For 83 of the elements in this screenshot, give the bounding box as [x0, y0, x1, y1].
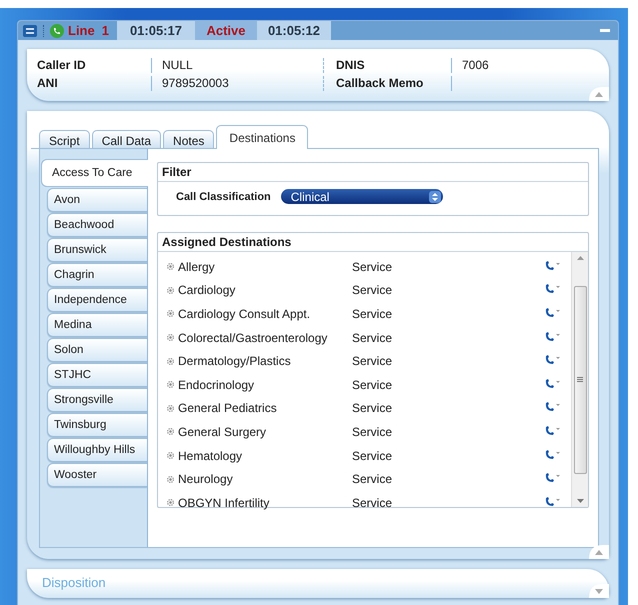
location-tab[interactable]: Chagrin — [47, 263, 147, 287]
call-status: Active — [206, 23, 246, 38]
call-menu-icon[interactable] — [545, 450, 561, 460]
destination-type: Service — [352, 401, 394, 416]
gear-icon — [166, 286, 175, 295]
call-menu-icon[interactable] — [545, 496, 561, 507]
location-tab[interactable]: Brunswick — [47, 238, 147, 262]
grip-icon — [577, 377, 583, 382]
destination-type: Service — [352, 496, 394, 510]
destination-name: Hematology — [178, 448, 244, 463]
field-label: ANI — [37, 76, 59, 91]
destination-name: General Pediatrics — [178, 401, 278, 416]
call-menu-icon[interactable] — [545, 308, 561, 318]
call-menu-icon[interactable] — [545, 473, 561, 484]
gear-icon — [166, 427, 175, 436]
location-tab[interactable]: Willoughby Hills — [47, 438, 147, 462]
tab[interactable]: Notes — [163, 130, 214, 148]
field-label: Call Classification — [176, 190, 271, 202]
call-menu-icon[interactable] — [545, 355, 561, 366]
updown-icon — [428, 190, 441, 202]
field-label: Callback Memo — [323, 76, 451, 91]
gear-icon — [166, 474, 175, 484]
destination-name: Cardiology — [178, 283, 236, 298]
classification-dropdown[interactable]: Clinical — [280, 189, 443, 204]
location-tab[interactable]: Wooster — [47, 463, 147, 487]
tab[interactable]: Call Data — [92, 130, 162, 148]
gear-icon — [166, 451, 175, 460]
location-tab[interactable]: Avon — [47, 188, 147, 212]
gear-icon — [166, 404, 175, 413]
destination-type: Service — [352, 354, 394, 368]
destination-type: Service — [352, 283, 394, 298]
destination-type: Service — [352, 260, 394, 274]
field-value: 9789520003 — [151, 76, 323, 91]
destination-name: General Surgery — [178, 424, 268, 439]
destination-name: Endocrinology — [178, 378, 256, 392]
field-value: NULL — [151, 58, 323, 73]
scroll-thumb[interactable] — [574, 286, 586, 474]
location-tab[interactable]: STJHC — [47, 363, 147, 387]
destination-name: OBGYN Infertility — [178, 496, 270, 510]
destination-type: Service — [352, 378, 394, 392]
gear-icon — [166, 262, 175, 272]
location-tab[interactable]: Strongsville — [47, 388, 147, 412]
tab[interactable]: Script — [39, 130, 90, 148]
gear-icon — [166, 309, 175, 318]
location-tab[interactable]: Independence — [47, 288, 147, 312]
scrollbar[interactable] — [571, 252, 588, 507]
location-tab[interactable]: Medina — [47, 313, 147, 337]
field-label: Caller ID — [37, 58, 87, 73]
destination-type: Service — [352, 448, 394, 463]
gear-icon — [166, 498, 175, 508]
destination-name: Cardiology Consult Appt. — [178, 306, 312, 321]
scroll-down-icon[interactable] — [576, 499, 584, 503]
destination-name: Dermatology/Plastics — [178, 354, 292, 368]
destination-type: Service — [352, 424, 394, 439]
gear-icon — [166, 333, 175, 342]
destination-name: Allergy — [178, 260, 216, 274]
location-tab[interactable]: Access To Care — [41, 159, 148, 187]
call-menu-icon[interactable] — [545, 402, 561, 412]
line-number: 1 — [102, 23, 109, 38]
section-title: Filter — [158, 163, 588, 182]
destination-type: Service — [352, 330, 394, 345]
line-label: Line — [68, 23, 95, 38]
call-menu-icon[interactable] — [545, 260, 561, 271]
gear-icon — [166, 380, 175, 390]
call-menu-icon[interactable] — [545, 378, 561, 389]
destination-name: Neurology — [178, 472, 234, 486]
section-title: Assigned Destinations — [158, 233, 588, 252]
line-timer: 01:05:17 — [130, 23, 182, 38]
call-menu-icon[interactable] — [545, 332, 561, 342]
call-menu-icon[interactable] — [545, 284, 561, 294]
field-label: DNIS — [323, 58, 451, 73]
destination-type: Service — [352, 306, 394, 321]
tab[interactable]: Destinations — [216, 125, 308, 149]
destination-type: Service — [352, 472, 394, 486]
call-menu-icon[interactable] — [545, 426, 561, 436]
status-timer: 01:05:12 — [268, 23, 320, 38]
gear-icon — [166, 356, 175, 366]
location-tab[interactable]: Twinsburg — [47, 413, 147, 437]
field-value: 7006 — [451, 58, 599, 73]
location-tab[interactable]: Solon — [47, 338, 147, 362]
phone-icon — [50, 24, 64, 38]
destination-name: Colorectal/Gastroenterology — [178, 330, 328, 345]
location-tab[interactable]: Beachwood — [47, 213, 147, 237]
